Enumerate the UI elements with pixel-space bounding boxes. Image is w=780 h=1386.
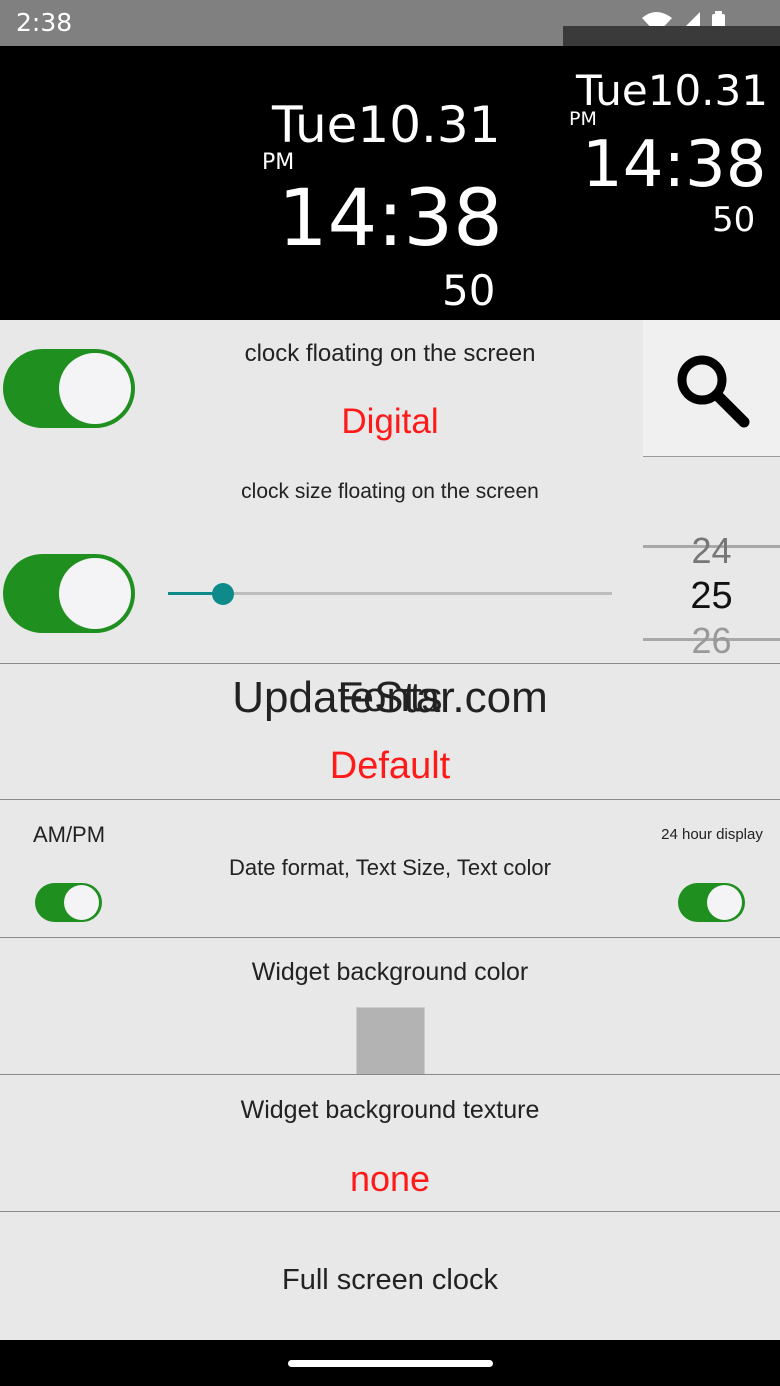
widget-texture-value[interactable]: none	[140, 1158, 640, 1200]
size-slider-thumb[interactable]	[212, 583, 234, 605]
full-screen-button[interactable]: Full screen clock	[140, 1264, 640, 1297]
preview-small-date: Tue10.31	[576, 66, 768, 115]
size-picker-prev[interactable]: 24	[643, 530, 780, 572]
format-title[interactable]: Date format, Text Size, Text color	[140, 855, 640, 881]
fonts-value[interactable]: Default	[140, 745, 640, 788]
preview-small-ampm: PM	[569, 108, 597, 130]
floating-value[interactable]: Digital	[140, 402, 640, 442]
ampm-label: AM/PM	[32, 822, 106, 847]
preview-large-date: Tue10.31	[272, 96, 501, 154]
hour24-label: 24 hour display	[661, 826, 763, 843]
watermark: UpdateStar.com	[232, 673, 548, 722]
preview-large-ampm: PM	[262, 150, 295, 175]
home-handle[interactable]	[288, 1360, 493, 1367]
floating-title: clock floating on the screen	[244, 340, 536, 367]
preview-small-seconds: 50	[712, 200, 756, 240]
widget-bg-swatch[interactable]	[356, 1007, 425, 1075]
preview-large-seconds: 50	[442, 266, 496, 315]
size-slider-track[interactable]	[168, 592, 612, 595]
widget-bg-title: Widget background color	[251, 958, 529, 986]
floating-toggle[interactable]	[3, 349, 135, 428]
size-picker-next[interactable]: 26	[643, 620, 780, 662]
size-toggle[interactable]	[3, 554, 135, 633]
status-time: 2:38	[16, 8, 73, 37]
size-picker-current[interactable]: 25	[643, 575, 780, 618]
widget-texture-title: Widget background texture	[240, 1096, 540, 1124]
preview-small-time: 14:38	[582, 128, 767, 202]
search-icon[interactable]	[672, 352, 752, 432]
hour24-toggle[interactable]	[678, 883, 745, 922]
size-title: clock size floating on the screen	[241, 480, 539, 503]
ampm-toggle[interactable]	[35, 883, 102, 922]
clock-preview: Tue10.31 PM 14:38 50 Tue10.31 PM 14:38 5…	[0, 26, 780, 320]
preview-large-time: 14:38	[278, 174, 503, 264]
